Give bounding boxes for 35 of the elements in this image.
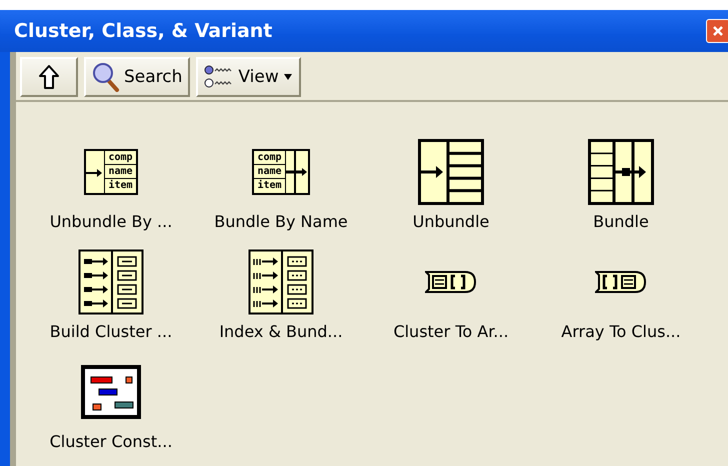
node-icon[interactable] [425, 270, 477, 294]
node-icon[interactable] [81, 365, 141, 419]
node-icon[interactable] [248, 249, 314, 315]
magnifier-icon [92, 62, 120, 92]
field-name: name [105, 165, 136, 179]
field-name: comp [254, 151, 285, 165]
palette-item-label[interactable]: Build Cluster ... [50, 322, 172, 341]
node-icon[interactable] [588, 139, 654, 205]
node-icon[interactable]: comp name item [84, 149, 138, 195]
palette-item-label[interactable]: Bundle By Name [214, 212, 348, 231]
palette-item-label[interactable]: Cluster To Ar... [393, 322, 509, 341]
palette-item-label[interactable]: Unbundle By ... [50, 212, 172, 231]
node-icon[interactable] [78, 249, 144, 315]
close-button[interactable] [706, 19, 728, 43]
palette-item-label[interactable]: Unbundle [412, 212, 490, 231]
palette-item-label[interactable]: Bundle [593, 212, 649, 231]
node-icon[interactable]: comp name item [252, 149, 310, 195]
palette-item-label[interactable]: Cluster Const... [50, 432, 172, 451]
input-arrow-icon [86, 169, 102, 177]
node-icon[interactable] [595, 270, 647, 294]
window-title: Cluster, Class, & Variant [14, 20, 272, 42]
output-arrow-icon [286, 151, 308, 193]
field-name: name [254, 165, 285, 179]
field-name: item [256, 179, 283, 192]
palette-item-label[interactable]: Array To Clus... [561, 322, 681, 341]
search-button[interactable]: Search [84, 57, 190, 97]
node-icon[interactable] [418, 139, 484, 205]
view-button[interactable]: View [196, 57, 301, 97]
up-arrow-icon [38, 64, 60, 90]
up-button[interactable] [20, 57, 78, 97]
field-name: comp [105, 151, 136, 165]
field-name: item [107, 179, 134, 192]
palette-item-label[interactable]: Index & Bund... [219, 322, 343, 341]
close-icon [711, 24, 725, 38]
dropdown-caret-icon [282, 73, 293, 81]
